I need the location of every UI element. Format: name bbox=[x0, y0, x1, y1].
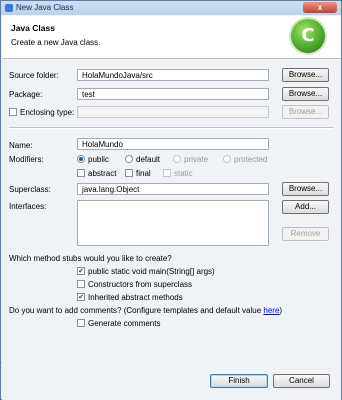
interfaces-list[interactable] bbox=[77, 200, 269, 246]
source-folder-input[interactable]: HolaMundoJava/src bbox=[77, 69, 269, 81]
enclosing-type-browse-button[interactable]: Browse... bbox=[282, 105, 329, 119]
constructors-checkbox[interactable] bbox=[77, 280, 85, 288]
private-radio-label: private bbox=[184, 155, 209, 164]
public-radio-label: public bbox=[88, 155, 109, 164]
title-bar: New Java Class x bbox=[1, 1, 341, 15]
inherited-abstract-label: Inherited abstract methods bbox=[88, 293, 183, 302]
default-radio-label: default bbox=[136, 155, 161, 164]
static-checkbox[interactable] bbox=[163, 169, 171, 177]
wizard-header: Java Class Create a new Java class. C bbox=[2, 16, 341, 59]
protected-radio[interactable] bbox=[223, 155, 231, 163]
wizard-logo-glyph: C bbox=[301, 25, 315, 46]
package-browse-button[interactable]: Browse... bbox=[282, 87, 329, 101]
static-label: static bbox=[174, 169, 193, 178]
package-label: Package: bbox=[9, 90, 43, 99]
wizard-title: Java Class bbox=[11, 23, 55, 33]
package-input[interactable]: test bbox=[77, 88, 269, 100]
main-method-checkbox[interactable]: ✔ bbox=[77, 267, 85, 275]
generate-comments-checkbox[interactable] bbox=[77, 319, 85, 327]
modifiers-label: Modifiers: bbox=[9, 155, 44, 164]
superclass-label: Superclass: bbox=[9, 185, 51, 194]
wizard-description: Create a new Java class. bbox=[11, 38, 101, 47]
private-radio[interactable] bbox=[173, 155, 181, 163]
close-button[interactable]: x bbox=[303, 2, 337, 13]
name-label: Name: bbox=[9, 141, 33, 150]
comments-question: Do you want to add comments? (Configure … bbox=[9, 306, 282, 315]
name-input[interactable]: HolaMundo bbox=[77, 138, 269, 150]
source-folder-browse-button[interactable]: Browse... bbox=[282, 68, 329, 82]
new-class-wizard-icon: C bbox=[291, 19, 325, 53]
close-icon: x bbox=[317, 3, 323, 12]
source-folder-label: Source folder: bbox=[9, 71, 59, 80]
comments-question-text: Do you want to add comments? (Configure … bbox=[9, 306, 264, 315]
interfaces-label: Interfaces: bbox=[9, 202, 47, 211]
inherited-abstract-checkbox[interactable]: ✔ bbox=[77, 293, 85, 301]
configure-templates-link[interactable]: here bbox=[263, 306, 279, 315]
finish-button[interactable]: Finish bbox=[210, 374, 268, 388]
dialog-window: New Java Class x Java Class Create a new… bbox=[0, 0, 342, 400]
default-radio[interactable] bbox=[125, 155, 133, 163]
superclass-browse-button[interactable]: Browse... bbox=[282, 182, 329, 196]
remove-interface-button[interactable]: Remove bbox=[282, 227, 329, 241]
final-checkbox[interactable] bbox=[125, 169, 133, 177]
java-app-icon bbox=[5, 4, 13, 12]
abstract-label: abstract bbox=[88, 169, 117, 178]
enclosing-type-input[interactable] bbox=[77, 106, 269, 118]
final-label: final bbox=[136, 169, 151, 178]
dialog-footer: Finish Cancel bbox=[2, 362, 341, 400]
public-radio[interactable] bbox=[77, 155, 85, 163]
abstract-checkbox[interactable] bbox=[77, 169, 85, 177]
constructors-label: Constructors from superclass bbox=[88, 280, 193, 289]
generate-comments-label: Generate comments bbox=[88, 319, 161, 328]
protected-radio-label: protected bbox=[234, 155, 268, 164]
comments-question-close: ) bbox=[279, 306, 283, 315]
enclosing-type-label: Enclosing type: bbox=[20, 108, 75, 117]
separator bbox=[9, 127, 333, 129]
window-title: New Java Class bbox=[16, 3, 74, 12]
main-method-label: public static void main(String[] args) bbox=[88, 267, 215, 276]
add-interface-button[interactable]: Add... bbox=[282, 200, 329, 214]
method-stubs-question: Which method stubs would you like to cre… bbox=[9, 254, 172, 263]
enclosing-type-checkbox[interactable] bbox=[9, 108, 17, 116]
cancel-button[interactable]: Cancel bbox=[273, 374, 330, 388]
superclass-input[interactable]: java.lang.Object bbox=[77, 183, 269, 195]
